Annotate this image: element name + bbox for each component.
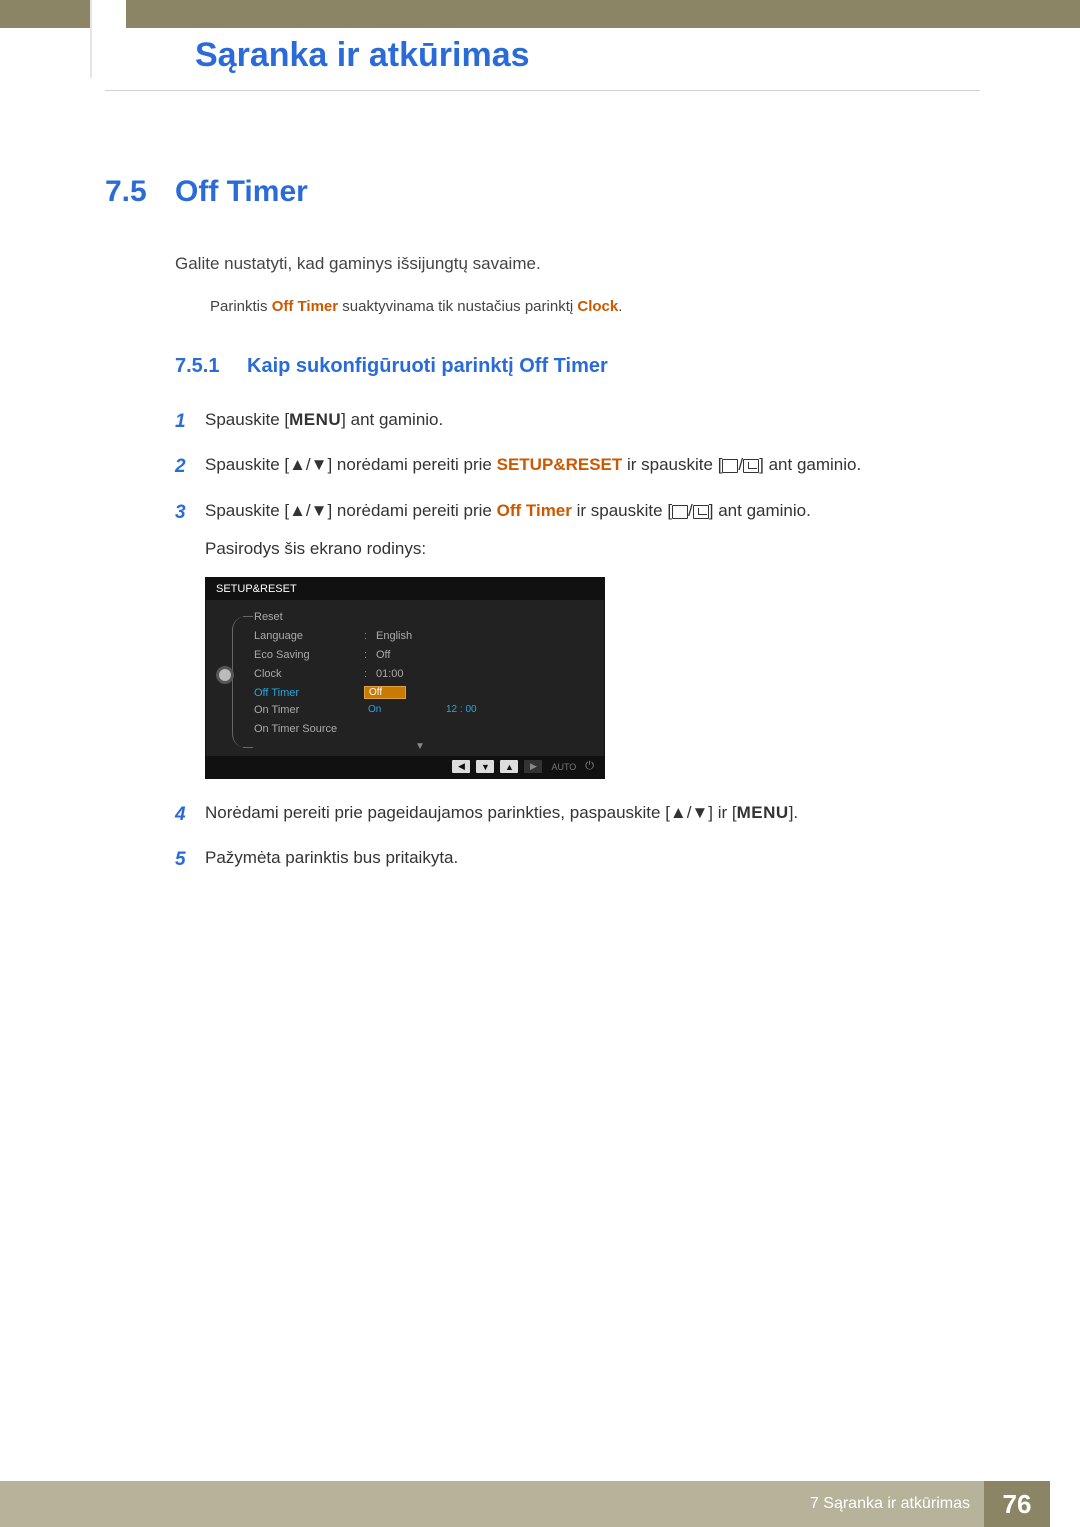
osd-row-clock: Clock:01:00 xyxy=(246,665,594,684)
osd-value: Off xyxy=(376,649,390,661)
source-icon xyxy=(722,459,738,473)
s3-post: ] ant gaminio. xyxy=(709,501,811,520)
osd-panel: SETUP&RESET Reset Language:English Eco S… xyxy=(205,577,605,779)
top-accent-bar xyxy=(0,0,1080,28)
osd-value: 01:00 xyxy=(376,668,404,680)
step-5: 5 Pažymėta parinktis bus pritaikyta. xyxy=(175,844,980,875)
step-number: 3 xyxy=(175,497,205,563)
s3-mid: ir spauskite [ xyxy=(572,501,672,520)
osd-knob-icon xyxy=(216,666,234,684)
osd-colon: : xyxy=(364,668,376,680)
osd-label: On Timer Source xyxy=(254,723,364,735)
step-number: 2 xyxy=(175,451,205,482)
s4-pre: Norėdami pereiti prie pageidaujamos pari… xyxy=(205,803,737,822)
osd-nav-up-icon: ▲ xyxy=(500,760,518,773)
step-2: 2 Spauskite [▲/▼] norėdami pereiti prie … xyxy=(175,451,980,482)
osd-label: Reset xyxy=(254,611,364,623)
osd-label: Off Timer xyxy=(254,687,364,699)
osd-curve xyxy=(232,616,252,748)
footer-pad xyxy=(1050,1481,1080,1527)
osd-more-icon: ▼ xyxy=(246,741,594,752)
note-highlight-2: Clock xyxy=(577,298,618,315)
step-number: 1 xyxy=(175,406,205,437)
osd-nav-down-icon: ▼ xyxy=(476,760,494,773)
section-heading: 7.5 Off Timer xyxy=(105,175,980,209)
step-text: Pažymėta parinktis bus pritaikyta. xyxy=(205,844,980,875)
intro-text: Galite nustatyti, kad gaminys išsijungtų… xyxy=(175,254,980,274)
osd-row-ontimer: On Timer xyxy=(246,701,594,720)
step-4: 4 Norėdami pereiti prie pageidaujamos pa… xyxy=(175,799,980,830)
step-text: Spauskite [▲/▼] norėdami pereiti prie Of… xyxy=(205,497,980,563)
osd-title: SETUP&RESET xyxy=(206,578,604,600)
s1-pre: Spauskite [ xyxy=(205,410,289,429)
chapter-title: Sąranka ir atkūrimas xyxy=(195,36,530,75)
osd-colon: : xyxy=(364,630,376,642)
osd-left-decor xyxy=(206,608,246,752)
note-post: . xyxy=(618,298,622,315)
osd-nav-left-icon: ◀ xyxy=(452,760,470,773)
osd-footer: ◀ ▼ ▲ ▶ AUTO ⏻ xyxy=(206,756,604,778)
step-number: 5 xyxy=(175,844,205,875)
page-content: 7.5 Off Timer Galite nustatyti, kad gami… xyxy=(105,175,980,889)
note-highlight-1: Off Timer xyxy=(272,298,338,315)
setup-reset-highlight: SETUP&RESET xyxy=(497,455,623,474)
s3-after: Pasirodys šis ekrano rodinys: xyxy=(205,535,980,563)
osd-sub-off-row: Off xyxy=(364,684,594,701)
enter-icon xyxy=(743,459,759,473)
osd-list: Reset Language:English Eco Saving:Off Cl… xyxy=(246,608,604,752)
section-title: Off Timer xyxy=(175,175,308,209)
osd-label: On Timer xyxy=(254,704,364,716)
footer-chapter: 7 Sąranka ir atkūrimas xyxy=(105,1481,984,1527)
osd-sub-time: 12 : 00 xyxy=(446,704,477,715)
osd-row-language: Language:English xyxy=(246,627,594,646)
osd-label: Clock xyxy=(254,668,364,680)
osd-colon: : xyxy=(364,649,376,661)
off-timer-highlight: Off Timer xyxy=(497,501,572,520)
side-tab xyxy=(90,0,126,78)
osd-sub-off: Off xyxy=(364,686,406,699)
page-footer: 7 Sąranka ir atkūrimas 76 xyxy=(0,1481,1080,1527)
osd-label: Language xyxy=(254,630,364,642)
osd-power-icon: ⏻ xyxy=(585,760,594,773)
source-icon xyxy=(672,505,688,519)
s2-post: ] ant gaminio. xyxy=(759,455,861,474)
osd-sub-on: On xyxy=(364,704,406,715)
step-text: Spauskite [MENU] ant gaminio. xyxy=(205,406,980,437)
osd-label: Eco Saving xyxy=(254,649,364,661)
osd-value: English xyxy=(376,630,412,642)
subsection-heading: 7.5.1 Kaip sukonfigūruoti parinktį Off T… xyxy=(175,355,980,378)
footer-page-number: 76 xyxy=(984,1481,1050,1527)
enter-icon xyxy=(693,505,709,519)
note-mid: suaktyvinama tik nustačius parinktį xyxy=(338,298,577,315)
step-1: 1 Spauskite [MENU] ant gaminio. xyxy=(175,406,980,437)
osd-nav-right-icon: ▶ xyxy=(524,760,542,773)
menu-label: MENU xyxy=(289,410,341,429)
osd-row-ontimersource: On Timer Source xyxy=(246,720,594,739)
note-text: Parinktis Off Timer suaktyvinama tik nus… xyxy=(210,298,980,315)
osd-screenshot: SETUP&RESET Reset Language:English Eco S… xyxy=(205,577,980,779)
subsection-title: Kaip sukonfigūruoti parinktį Off Timer xyxy=(247,355,608,378)
osd-auto-label: AUTO xyxy=(551,762,576,772)
s4-post: ]. xyxy=(789,803,798,822)
section-number: 7.5 xyxy=(105,175,175,209)
osd-row-reset: Reset xyxy=(246,608,594,627)
step-text: Spauskite [▲/▼] norėdami pereiti prie SE… xyxy=(205,451,980,482)
s3-pre: Spauskite [▲/▼] norėdami pereiti prie xyxy=(205,501,497,520)
header-divider xyxy=(105,90,980,91)
s2-mid: ir spauskite [ xyxy=(622,455,722,474)
menu-label: MENU xyxy=(737,803,789,822)
step-3: 3 Spauskite [▲/▼] norėdami pereiti prie … xyxy=(175,497,980,563)
note-pre: Parinktis xyxy=(210,298,272,315)
step-number: 4 xyxy=(175,799,205,830)
s1-post: ] ant gaminio. xyxy=(341,410,443,429)
osd-row-eco: Eco Saving:Off xyxy=(246,646,594,665)
footer-lead xyxy=(0,1481,105,1527)
osd-body: Reset Language:English Eco Saving:Off Cl… xyxy=(206,600,604,756)
s2-pre: Spauskite [▲/▼] norėdami pereiti prie xyxy=(205,455,497,474)
step-text: Norėdami pereiti prie pageidaujamos pari… xyxy=(205,799,980,830)
subsection-number: 7.5.1 xyxy=(175,355,247,378)
